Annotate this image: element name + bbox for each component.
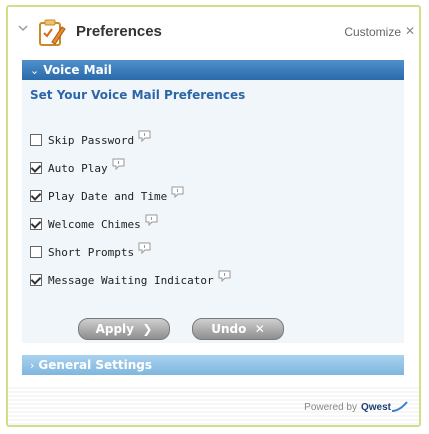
option-label: Welcome Chimes <box>48 217 141 231</box>
play-date-time-checkbox[interactable] <box>30 190 42 202</box>
customize-link[interactable]: Customize <box>344 25 401 39</box>
option-message-waiting-indicator: Message Waiting Indicator <box>30 270 231 289</box>
undo-label: Undo <box>211 322 247 336</box>
auto-play-checkbox[interactable] <box>30 162 42 174</box>
voice-mail-heading: Set Your Voice Mail Preferences <box>30 88 246 102</box>
option-label: Auto Play <box>48 161 108 175</box>
message-waiting-indicator-checkbox[interactable] <box>30 274 42 286</box>
chevron-down-icon: ⌄ <box>30 64 40 77</box>
widget-title: Preferences <box>76 23 162 40</box>
option-short-prompts: Short Prompts <box>30 242 151 261</box>
powered-by-text: Powered by <box>304 401 357 413</box>
preferences-widget: Preferences Customize ✕ ⌄ Voice Mail Set … <box>6 5 421 427</box>
option-label: Play Date and Time <box>48 189 168 203</box>
option-skip-password: Skip Password <box>30 130 151 149</box>
undo-button[interactable]: Undo ✕ <box>192 318 284 340</box>
info-tooltip-icon[interactable] <box>145 214 158 226</box>
welcome-chimes-checkbox[interactable] <box>30 218 42 230</box>
close-icon[interactable]: ✕ <box>405 24 415 38</box>
voice-mail-section-header[interactable]: ⌄ Voice Mail <box>22 60 404 80</box>
option-auto-play: Auto Play <box>30 158 125 177</box>
general-settings-section-header[interactable]: › General Settings <box>22 355 404 375</box>
apply-button[interactable]: Apply ❯ <box>78 318 170 340</box>
info-tooltip-icon[interactable] <box>171 186 184 198</box>
info-tooltip-icon[interactable] <box>138 130 151 142</box>
brand-name: Qwest <box>360 401 391 413</box>
short-prompts-checkbox[interactable] <box>30 246 42 258</box>
preferences-icon <box>39 19 66 46</box>
voice-mail-header-label: Voice Mail <box>43 63 112 77</box>
voice-mail-panel: Set Your Voice Mail Preferences Skip Pas… <box>22 80 404 343</box>
powered-by: Powered by Qwest <box>304 400 409 414</box>
option-welcome-chimes: Welcome Chimes <box>30 214 158 233</box>
widget-header: Preferences Customize ✕ <box>8 7 419 53</box>
option-label: Message Waiting Indicator <box>48 273 214 287</box>
option-play-date-time: Play Date and Time <box>30 186 184 205</box>
arrow-right-icon: ❯ <box>138 322 153 336</box>
collapse-chevron-icon[interactable] <box>16 21 30 35</box>
option-label: Short Prompts <box>48 245 135 259</box>
skip-password-checkbox[interactable] <box>30 134 42 146</box>
general-settings-header-label: General Settings <box>38 358 153 372</box>
chevron-right-icon: › <box>30 359 35 372</box>
close-x-icon: ✕ <box>250 322 265 336</box>
info-tooltip-icon[interactable] <box>112 158 125 170</box>
info-tooltip-icon[interactable] <box>138 242 151 254</box>
info-tooltip-icon[interactable] <box>218 270 231 282</box>
qwest-logo-icon <box>391 401 408 412</box>
apply-label: Apply <box>95 322 134 336</box>
option-label: Skip Password <box>48 133 135 147</box>
